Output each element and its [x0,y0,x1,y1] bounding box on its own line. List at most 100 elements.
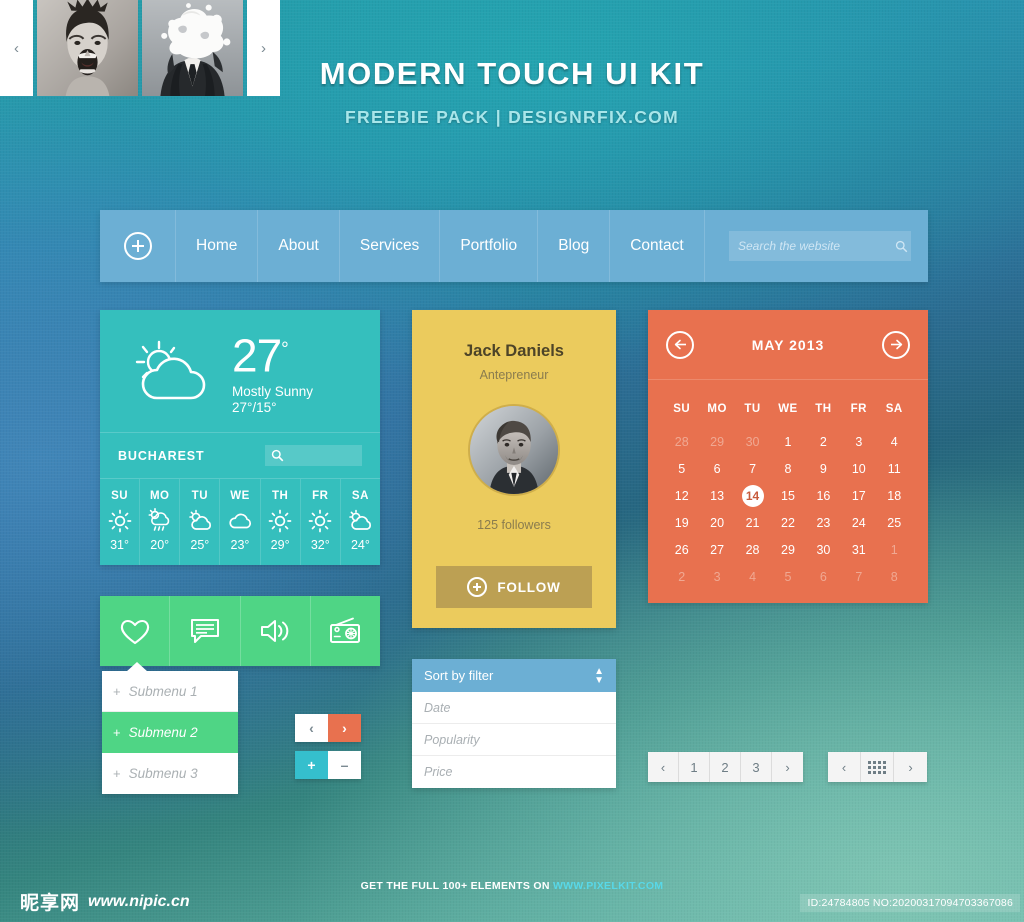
sound-button[interactable] [241,596,311,666]
pagination-page-3[interactable]: 3 [741,752,772,782]
calendar-day[interactable]: 17 [841,485,876,508]
view-next-button[interactable]: › [894,752,927,782]
search-icon [895,240,908,252]
calendar-day[interactable]: 25 [877,512,912,535]
nav-item-portfolio[interactable]: Portfolio [440,210,539,282]
plus-icon: + [113,683,121,699]
calendar-day[interactable]: 19 [664,512,699,535]
calendar-day[interactable]: 4 [735,566,770,589]
calendar-day[interactable]: 4 [877,431,912,454]
sort-filter-label: Sort by filter [424,668,494,683]
calendar-day[interactable]: 29 [770,539,805,562]
calendar-day[interactable]: 8 [770,458,805,481]
calendar-day[interactable]: 26 [664,539,699,562]
calendar-day[interactable]: 31 [841,539,876,562]
follow-button[interactable]: FOLLOW [436,566,592,608]
calendar-day[interactable]: 28 [664,431,699,454]
calendar-day[interactable]: 6 [699,458,734,481]
calendar-day[interactable]: 5 [770,566,805,589]
calendar-day[interactable]: 9 [806,458,841,481]
pagination-prev-button[interactable]: ‹ [648,752,679,782]
calendar-day[interactable]: 2 [806,431,841,454]
calendar-day[interactable]: 8 [877,566,912,589]
footer-link[interactable]: WWW.PIXELKIT.COM [553,880,663,892]
calendar-day[interactable]: 22 [770,512,805,535]
submenu-label: Submenu 2 [128,724,198,740]
radio-button[interactable] [311,596,380,666]
sort-option-price[interactable]: Price [412,756,616,788]
calendar-day[interactable]: 27 [699,539,734,562]
calendar-next-button[interactable] [882,330,910,359]
sort-option-popularity[interactable]: Popularity [412,724,616,756]
submenu-item-3[interactable]: + Submenu 3 [102,753,238,794]
calendar-day[interactable]: 7 [735,458,770,481]
carousel-slide-2[interactable] [142,0,243,96]
calendar-day[interactable]: 16 [806,485,841,508]
comments-button[interactable] [170,596,241,666]
nav-item-home[interactable]: Home [176,210,259,282]
increment-button[interactable]: + [295,751,328,779]
calendar-day[interactable]: 23 [806,512,841,535]
prev-button[interactable]: ‹ [295,714,328,742]
sort-filter-header[interactable]: Sort by filter ▲ ▼ [412,659,616,692]
follow-label: FOLLOW [497,579,561,595]
forecast-day[interactable]: FR 32° [301,479,341,565]
pagination-page-2[interactable]: 2 [710,752,741,782]
calendar-day[interactable]: 3 [699,566,734,589]
forecast-day[interactable]: SU 31° [100,479,141,565]
calendar-day[interactable]: 24 [841,512,876,535]
calendar-grid: SU MO TU WE TH FR SA 28 29 30 1 2 3 4 5 … [648,380,928,593]
calendar-day[interactable]: 2 [664,566,699,589]
calendar-prev-button[interactable] [666,330,694,359]
calendar-day[interactable]: 13 [699,485,734,508]
nav-item-services[interactable]: Services [340,210,441,282]
forecast-day[interactable]: WE 23° [220,479,261,565]
calendar-week-row: 19 20 21 22 23 24 25 [664,512,912,535]
submenu-item-1[interactable]: + Submenu 1 [102,671,238,712]
sort-option-date[interactable]: Date [412,692,616,724]
nav-search-box[interactable] [729,231,911,261]
calendar-day[interactable]: 7 [841,566,876,589]
calendar-day[interactable]: 6 [806,566,841,589]
calendar-day[interactable]: 28 [735,539,770,562]
calendar-day[interactable]: 29 [699,431,734,454]
calendar-day[interactable]: 5 [664,458,699,481]
submenu-item-2[interactable]: + Submenu 2 [102,712,238,753]
nav-item-about[interactable]: About [258,210,340,282]
grid-view-button[interactable] [861,752,894,782]
nav-item-contact[interactable]: Contact [610,210,705,282]
calendar-day[interactable]: 21 [735,512,770,535]
pagination-next-button[interactable]: › [772,752,803,782]
nav-label: Home [196,237,238,254]
page-subtitle: FREEBIE PACK | DESIGNRFIX.COM [345,107,679,127]
forecast-day[interactable]: SA 24° [341,479,380,565]
calendar-day[interactable]: 11 [877,458,912,481]
calendar-day-selected[interactable]: 14 [735,485,770,508]
forecast-day[interactable]: TH 29° [261,479,301,565]
nav-item-blog[interactable]: Blog [538,210,611,282]
nav-add-button[interactable] [100,210,176,282]
heart-button[interactable] [100,596,171,666]
weekday-label: TU [744,403,761,415]
forecast-day[interactable]: TU 25° [180,479,221,565]
calendar-day[interactable]: 15 [770,485,805,508]
calendar-day[interactable]: 1 [877,539,912,562]
calendar-day[interactable]: 10 [841,458,876,481]
pagination-page-1[interactable]: 1 [679,752,710,782]
calendar-day[interactable]: 3 [841,431,876,454]
view-prev-button[interactable]: ‹ [828,752,861,782]
calendar-day[interactable]: 30 [735,431,770,454]
calendar-day[interactable]: 1 [770,431,805,454]
carousel-slide-1[interactable] [37,0,138,96]
calendar-day[interactable]: 18 [877,485,912,508]
calendar-weekday-row: SU MO TU WE TH FR SA [664,398,912,427]
forecast-day[interactable]: MO 20° [140,479,181,565]
search-input[interactable] [738,239,895,253]
calendar-day[interactable]: 12 [664,485,699,508]
weather-search-box[interactable] [265,445,362,466]
weather-forecast-row: SU 31° MO 20° TU 25° WE 23° TH 29° FR 32… [100,478,380,565]
calendar-day[interactable]: 20 [699,512,734,535]
decrement-button[interactable]: – [328,751,361,779]
calendar-day[interactable]: 30 [806,539,841,562]
next-button[interactable]: › [328,714,361,742]
